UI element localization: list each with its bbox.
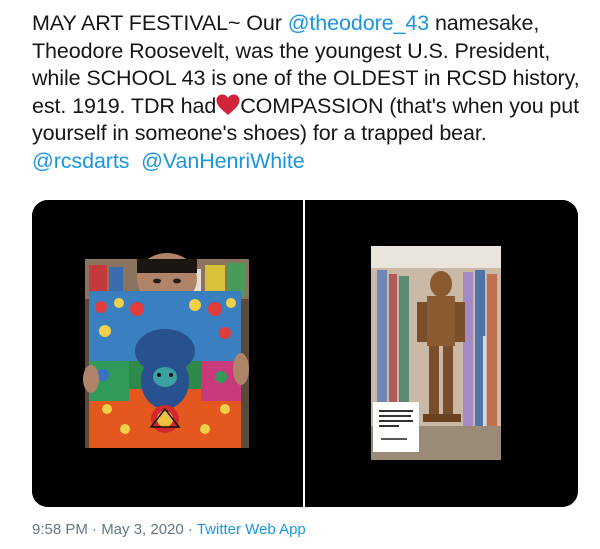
mention-theodore-43[interactable]: @theodore_43 [288, 11, 429, 35]
tweet-source-link[interactable]: Twitter Web App [197, 521, 306, 538]
tweet-text-spacer [129, 149, 141, 173]
tweet-timestamp[interactable]: 9:58 PM · May 3, 2020 · [32, 521, 197, 538]
tweet-text: MAY ART FESTIVAL~ Our @theodore_43 names… [32, 10, 584, 175]
media-grid [32, 200, 578, 507]
tweet-meta: 9:58 PM · May 3, 2020 · Twitter Web App [32, 521, 306, 538]
roosevelt-statue-photo [305, 200, 578, 507]
media-image-student-painting[interactable] [32, 200, 303, 507]
student-painting-photo [32, 200, 303, 507]
mention-vanhenriwhite[interactable]: @VanHenriWhite [141, 149, 305, 173]
red-heart-icon [216, 94, 240, 115]
mention-rcsdarts[interactable]: @rcsdarts [32, 149, 129, 173]
media-image-roosevelt-statue[interactable] [305, 200, 578, 507]
tweet-text-part-1: MAY ART FESTIVAL~ Our [32, 11, 288, 35]
tweet: MAY ART FESTIVAL~ Our @theodore_43 names… [0, 0, 600, 549]
